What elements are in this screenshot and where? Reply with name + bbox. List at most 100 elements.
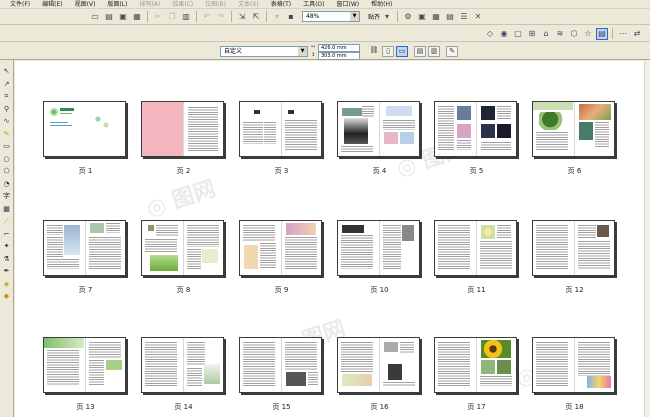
crop-tool-icon[interactable]: ⌗ (2, 91, 12, 101)
page-preview[interactable] (337, 220, 420, 276)
zoom-tool-icon[interactable]: ⚲ (2, 104, 12, 114)
page-thumbnail[interactable]: 页 14 (141, 337, 226, 411)
page-thumbnail[interactable]: 页 13 (43, 337, 128, 411)
page-preview[interactable] (434, 101, 517, 157)
page-preview[interactable] (43, 220, 126, 276)
page-preview[interactable] (337, 101, 420, 157)
current-page-button[interactable]: ▥ (428, 46, 440, 57)
text-tool-icon[interactable]: 字 (2, 191, 12, 201)
page-thumbnail[interactable]: 页 8 (141, 220, 226, 294)
units-button[interactable]: ✎ (446, 46, 458, 57)
connector-tool-icon[interactable]: ⌐ (2, 229, 12, 239)
chevron-down-icon[interactable]: ▾ (381, 11, 393, 23)
menu-item[interactable]: 视图(V) (69, 0, 102, 9)
arrange-icon[interactable]: ⇄ (631, 28, 643, 40)
polygon-tool-icon[interactable]: ⬠ (2, 166, 12, 176)
undo-icon[interactable]: ↶ (201, 11, 213, 23)
all-pages-button[interactable]: ▤ (414, 46, 426, 57)
application-launcher-icon[interactable]: ▾ (271, 11, 283, 23)
basic-shapes-tool-icon[interactable]: ◔ (2, 179, 12, 189)
print-icon[interactable]: ▦ (131, 11, 143, 23)
distort-icon[interactable]: ≋ (554, 28, 566, 40)
eyedropper-tool-icon[interactable]: ⚗ (2, 254, 12, 264)
page-thumbnail[interactable]: 页 11 (434, 220, 519, 294)
menu-item[interactable]: 文件(F) (4, 0, 36, 9)
interactive-tool-icon[interactable]: ✦ (2, 241, 12, 251)
outline-tool-icon[interactable]: ✒ (2, 266, 12, 276)
shape-icon[interactable]: ◇ (484, 28, 496, 40)
redo-icon[interactable]: ↷ (215, 11, 227, 23)
table-tool-icon[interactable]: ▦ (2, 204, 12, 214)
page-thumbnail[interactable]: 页 18 (532, 337, 617, 411)
page-thumbnail[interactable]: 页 1 (43, 101, 128, 175)
rectangle-tool-icon[interactable]: ▭ (2, 141, 12, 151)
menu-item[interactable]: 窗口(W) (331, 0, 366, 9)
menu-item[interactable]: 工具(O) (297, 0, 330, 9)
page-thumbnail[interactable]: 页 15 (239, 337, 324, 411)
interactive-fill-tool-icon[interactable]: ◆ (2, 291, 12, 301)
menu-item[interactable]: 效果(C) (166, 0, 199, 9)
lock-ratio-icon[interactable]: ⛓ (368, 46, 380, 57)
page-width-field[interactable]: 426.0 mm (318, 44, 360, 52)
dimension-tool-icon[interactable]: ⟋ (2, 216, 12, 226)
close-view-icon[interactable]: ✕ (472, 11, 484, 23)
menu-item[interactable]: 表格(T) (265, 0, 297, 9)
page-preview[interactable] (434, 220, 517, 276)
menu-item[interactable]: 位图(B) (199, 0, 232, 9)
page-preview[interactable] (434, 337, 517, 393)
node-icon[interactable]: ◉ (498, 28, 510, 40)
fill-tool-icon[interactable]: ◈ (2, 279, 12, 289)
page-thumbnail[interactable]: 页 4 (337, 101, 422, 175)
welcome-screen-icon[interactable]: ▪ (285, 11, 297, 23)
zoom-level-select[interactable]: 48% ▼ (302, 11, 360, 22)
layout-icon[interactable]: ▤ (444, 11, 456, 23)
transform-icon[interactable]: ⊞ (526, 28, 538, 40)
page-thumbnail[interactable]: 页 16 (337, 337, 422, 411)
page-sorter-canvas[interactable]: ◎ 图网 ◎ 图网 ◎ 图网 ◎ 图网 页 1页 2页 3页 4页 5页 6页 … (15, 61, 644, 417)
chevron-down-icon[interactable]: ▼ (350, 12, 359, 21)
save-icon[interactable]: ▣ (117, 11, 129, 23)
dotted-icon[interactable]: ⋯ (617, 28, 629, 40)
page-preview[interactable] (43, 101, 126, 157)
export-icon[interactable]: ⇱ (250, 11, 262, 23)
ellipse-tool-icon[interactable]: ○ (2, 154, 12, 164)
page-thumbnail[interactable]: 页 5 (434, 101, 519, 175)
paper-type-select[interactable]: 自定义 ▼ (220, 46, 308, 57)
smart-fill-tool-icon[interactable]: ✎ (2, 129, 12, 139)
menu-item[interactable]: 版面(L) (101, 0, 133, 9)
extrude-icon[interactable]: ⬡ (568, 28, 580, 40)
star-icon[interactable]: ☆ (582, 28, 594, 40)
pick-tool-icon[interactable]: ↖ (2, 66, 12, 76)
page-thumbnail[interactable]: 页 3 (239, 101, 324, 175)
envelope-icon[interactable]: ⌂ (540, 28, 552, 40)
page-height-field[interactable]: 303.0 mm (318, 52, 360, 60)
page-preview[interactable] (239, 337, 322, 393)
view-toggle-icon[interactable]: ▣ (416, 11, 428, 23)
page-thumbnail[interactable]: 页 2 (141, 101, 226, 175)
page-preview[interactable] (532, 337, 615, 393)
copy-icon[interactable]: ❐ (166, 11, 178, 23)
freehand-tool-icon[interactable]: ∿ (2, 116, 12, 126)
grid-view-icon[interactable]: ▦ (430, 11, 442, 23)
page-preview[interactable] (532, 101, 615, 157)
page-thumbnail[interactable]: 页 9 (239, 220, 324, 294)
cut-icon[interactable]: ✂ (152, 11, 164, 23)
page-thumbnail[interactable]: 页 7 (43, 220, 128, 294)
page-thumbnail[interactable]: 页 12 (532, 220, 617, 294)
page-preview[interactable] (239, 101, 322, 157)
page-preview[interactable] (337, 337, 420, 393)
page-preview[interactable] (43, 337, 126, 393)
page-preview[interactable] (532, 220, 615, 276)
landscape-button[interactable]: ▭ (396, 46, 408, 57)
vertical-scrollbar[interactable] (644, 61, 650, 417)
list-view-icon[interactable]: ☰ (458, 11, 470, 23)
page-preview[interactable] (141, 337, 224, 393)
page-thumbnail[interactable]: 页 10 (337, 220, 422, 294)
open-icon[interactable]: ▤ (103, 11, 115, 23)
shape-tool-icon[interactable]: ↗ (2, 79, 12, 89)
paste-icon[interactable]: ▥ (180, 11, 192, 23)
snap-to-dropdown[interactable]: 贴齐 (368, 12, 380, 21)
chevron-down-icon[interactable]: ▼ (298, 47, 307, 56)
page-thumbnail[interactable]: 页 17 (434, 337, 519, 411)
page-preview[interactable] (239, 220, 322, 276)
